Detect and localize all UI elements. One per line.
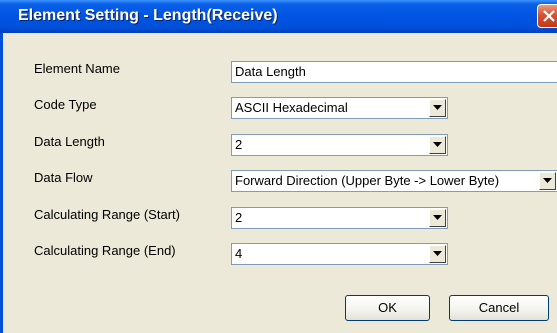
data-flow-select[interactable]: Forward Direction (Upper Byte -> Lower B… [231,170,557,192]
calc-start-select[interactable]: 2 [231,207,448,229]
chevron-down-icon [543,178,552,183]
element-name-label: Element Name [34,61,120,76]
chevron-down-icon [433,142,442,147]
code-type-label: Code Type [34,97,97,112]
data-length-dropdown-button[interactable] [429,136,446,154]
chevron-down-icon [433,215,442,220]
code-type-value: ASCII Hexadecimal [235,100,348,115]
calc-start-value: 2 [235,210,243,225]
calc-end-value: 4 [235,246,243,261]
window-title: Element Setting - Length(Receive) [18,7,278,24]
data-flow-label: Data Flow [34,170,93,185]
calc-end-dropdown-button[interactable] [429,245,446,263]
ok-button[interactable]: OK [345,295,430,321]
element-name-value: Data Length [235,64,306,79]
chevron-down-icon [433,251,442,256]
close-button[interactable] [537,4,557,28]
dialog-window: Element Setting - Length(Receive) Elemen… [0,0,557,333]
data-length-value: 2 [235,137,243,152]
close-icon [543,10,555,22]
calc-start-label: Calculating Range (Start) [34,207,180,222]
data-length-label: Data Length [34,134,105,149]
cancel-button[interactable]: Cancel [449,295,549,321]
data-length-select[interactable]: 2 [231,134,448,156]
dialog-body: Element Name Data Length Code Type ASCII… [0,33,557,333]
title-bar[interactable]: Element Setting - Length(Receive) [0,0,557,33]
calc-end-label: Calculating Range (End) [34,243,176,258]
data-flow-dropdown-button[interactable] [539,172,556,190]
chevron-down-icon [433,105,442,110]
code-type-dropdown-button[interactable] [429,99,446,117]
data-flow-value: Forward Direction (Upper Byte -> Lower B… [235,173,500,188]
code-type-select[interactable]: ASCII Hexadecimal [231,97,448,119]
element-name-field[interactable]: Data Length [231,61,557,83]
calc-end-select[interactable]: 4 [231,243,448,265]
calc-start-dropdown-button[interactable] [429,209,446,227]
